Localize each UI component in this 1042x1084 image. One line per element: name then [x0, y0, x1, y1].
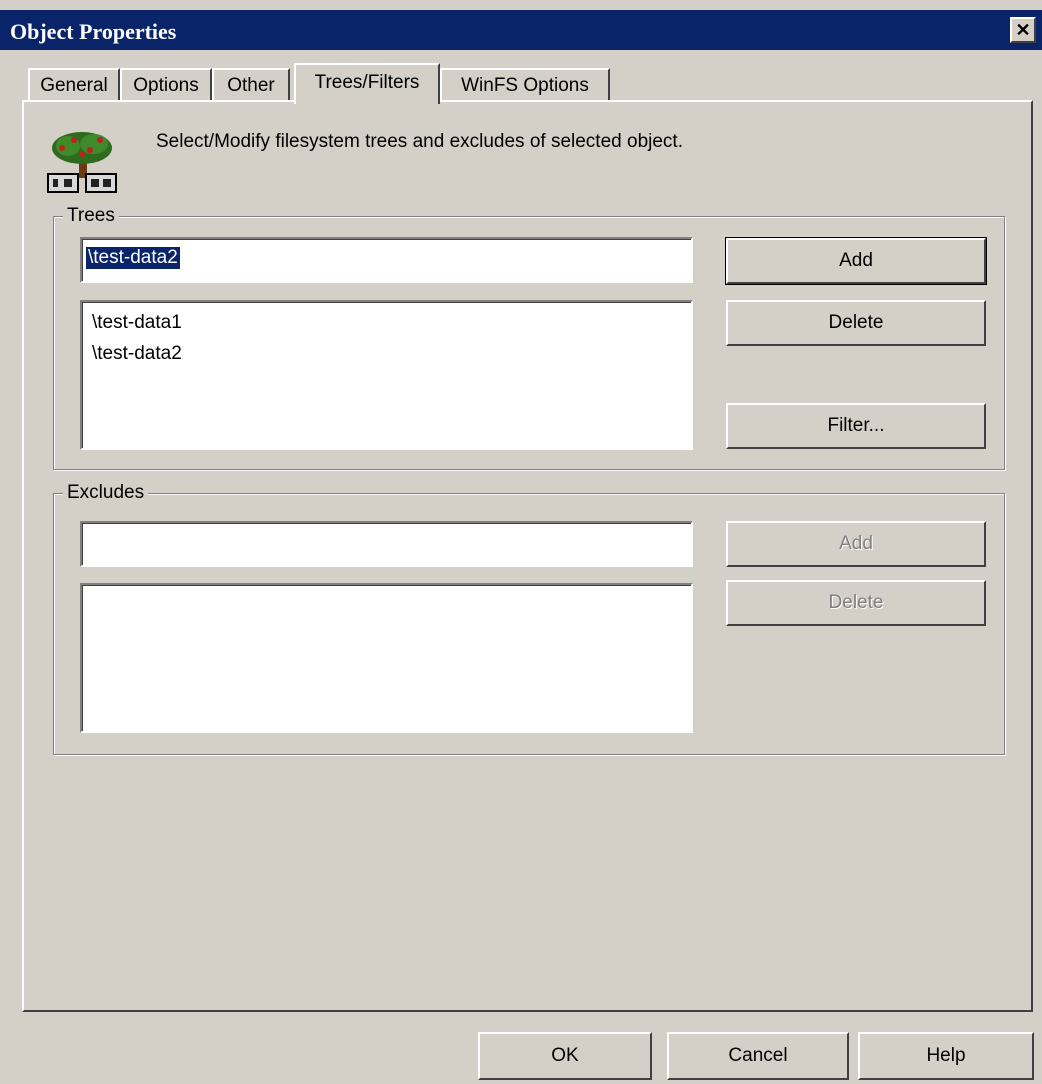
tab-general[interactable]: General	[28, 68, 120, 102]
button-label: Help	[926, 1045, 966, 1066]
button-label: Delete	[828, 312, 884, 333]
excludes-legend: Excludes	[63, 482, 149, 504]
button-label: Add	[839, 250, 873, 271]
header-description: Select/Modify filesystem trees and exclu…	[156, 131, 683, 152]
close-icon: ✕	[1015, 20, 1031, 40]
tab-label: WinFS Options	[461, 75, 589, 96]
excludes-listbox[interactable]	[80, 583, 693, 733]
trees-listbox[interactable]: \test-data1 \test-data2	[80, 300, 693, 450]
tab-label: Other	[227, 75, 275, 96]
button-label: OK	[551, 1045, 579, 1066]
list-item[interactable]: \test-data1	[92, 312, 182, 334]
button-label: Filter...	[827, 415, 885, 436]
tab-other[interactable]: Other	[212, 68, 290, 102]
excludes-path-input[interactable]	[80, 521, 693, 567]
ok-button[interactable]: OK	[478, 1032, 652, 1080]
list-item[interactable]: \test-data2	[92, 343, 182, 365]
help-button[interactable]: Help	[858, 1032, 1034, 1080]
cancel-button[interactable]: Cancel	[667, 1032, 849, 1080]
filter-button[interactable]: Filter...	[726, 403, 986, 449]
window-title: Object Properties	[10, 19, 177, 44]
tab-label: Trees/Filters	[314, 72, 420, 93]
tree-building-icon	[44, 128, 124, 194]
close-button[interactable]: ✕	[1010, 17, 1036, 43]
trees-path-input[interactable]: \test-data2	[80, 237, 693, 283]
tab-options[interactable]: Options	[120, 68, 212, 102]
button-label: Delete	[828, 592, 884, 613]
trees-input-text: \test-data2	[86, 247, 180, 269]
trees-add-button[interactable]: Add	[725, 237, 987, 285]
title-bar: Object Properties ✕	[0, 10, 1042, 50]
trees-legend: Trees	[63, 205, 119, 227]
tab-winfs-options[interactable]: WinFS Options	[440, 68, 610, 102]
trees-delete-button[interactable]: Delete	[726, 300, 986, 346]
excludes-delete-button[interactable]: Delete	[726, 580, 986, 626]
excludes-add-button[interactable]: Add	[726, 521, 986, 567]
button-label: Add	[839, 533, 873, 554]
tab-trees-filters[interactable]: Trees/Filters	[294, 63, 440, 104]
tab-label: Options	[133, 75, 199, 96]
tab-label: General	[40, 75, 108, 96]
button-label: Cancel	[728, 1045, 788, 1066]
